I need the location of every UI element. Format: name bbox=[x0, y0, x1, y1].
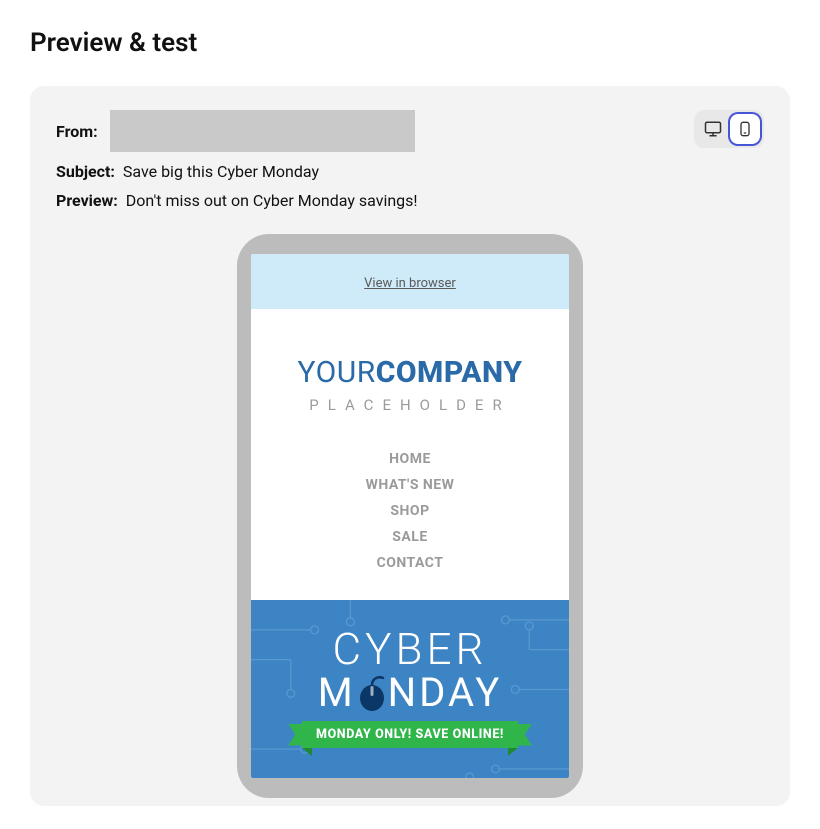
logo-subtitle: PLACEHOLDER bbox=[261, 396, 559, 414]
ribbon-tail-right bbox=[508, 748, 518, 756]
logo-thin: YOUR bbox=[298, 355, 376, 390]
nav-sale[interactable]: SALE bbox=[251, 524, 569, 550]
page-title: Preview & test bbox=[30, 28, 790, 58]
promo-ribbon: MONDAY ONLY! SAVE ONLINE! bbox=[302, 721, 518, 748]
company-logo: YOURCOMPANY PLACEHOLDER bbox=[251, 309, 569, 432]
email-nav: HOME WHAT'S NEW SHOP SALE CONTACT bbox=[251, 432, 569, 600]
preview-panel: From: Subject: Save big this Cyber Monda… bbox=[30, 86, 790, 806]
nav-whats-new[interactable]: WHAT'S NEW bbox=[251, 472, 569, 498]
preview-text-value: Don't miss out on Cyber Monday savings! bbox=[126, 191, 418, 210]
view-in-browser-link[interactable]: View in browser bbox=[364, 276, 456, 291]
nav-shop[interactable]: SHOP bbox=[251, 498, 569, 524]
from-row: From: bbox=[56, 110, 764, 152]
preview-text-label: Preview: bbox=[56, 191, 118, 210]
mouse-icon bbox=[357, 674, 387, 712]
subject-row: Subject: Save big this Cyber Monday bbox=[56, 162, 764, 181]
nav-contact[interactable]: CONTACT bbox=[251, 550, 569, 576]
mobile-device-frame: View in browser YOURCOMPANY PLACEHOLDER … bbox=[237, 234, 583, 798]
mobile-view-button[interactable] bbox=[730, 114, 760, 144]
desktop-icon bbox=[704, 120, 722, 138]
ribbon-text: MONDAY ONLY! SAVE ONLINE! bbox=[302, 721, 518, 748]
subject-label: Subject: bbox=[56, 162, 115, 181]
logo-bold: COMPANY bbox=[376, 355, 523, 390]
subject-value: Save big this Cyber Monday bbox=[123, 162, 319, 181]
logo-line-1: YOURCOMPANY bbox=[261, 355, 559, 390]
banner-nday: NDAY bbox=[388, 673, 503, 713]
banner-m: M bbox=[318, 673, 356, 713]
banner-text-cyber: CYBER bbox=[333, 627, 488, 671]
banner-text-monday: M NDAY bbox=[318, 673, 503, 713]
email-preview-screen: View in browser YOURCOMPANY PLACEHOLDER … bbox=[251, 254, 569, 778]
mobile-icon bbox=[737, 121, 753, 137]
from-value-redacted bbox=[110, 110, 415, 152]
preview-row: Preview: Don't miss out on Cyber Monday … bbox=[56, 191, 764, 210]
ribbon-tail-left bbox=[302, 748, 312, 756]
from-label: From: bbox=[56, 122, 98, 141]
nav-home[interactable]: HOME bbox=[251, 446, 569, 472]
desktop-view-button[interactable] bbox=[698, 114, 728, 144]
view-toggle bbox=[694, 110, 764, 148]
view-in-browser-bar: View in browser bbox=[251, 254, 569, 309]
cyber-monday-banner: CYBER M NDAY bbox=[251, 600, 569, 778]
